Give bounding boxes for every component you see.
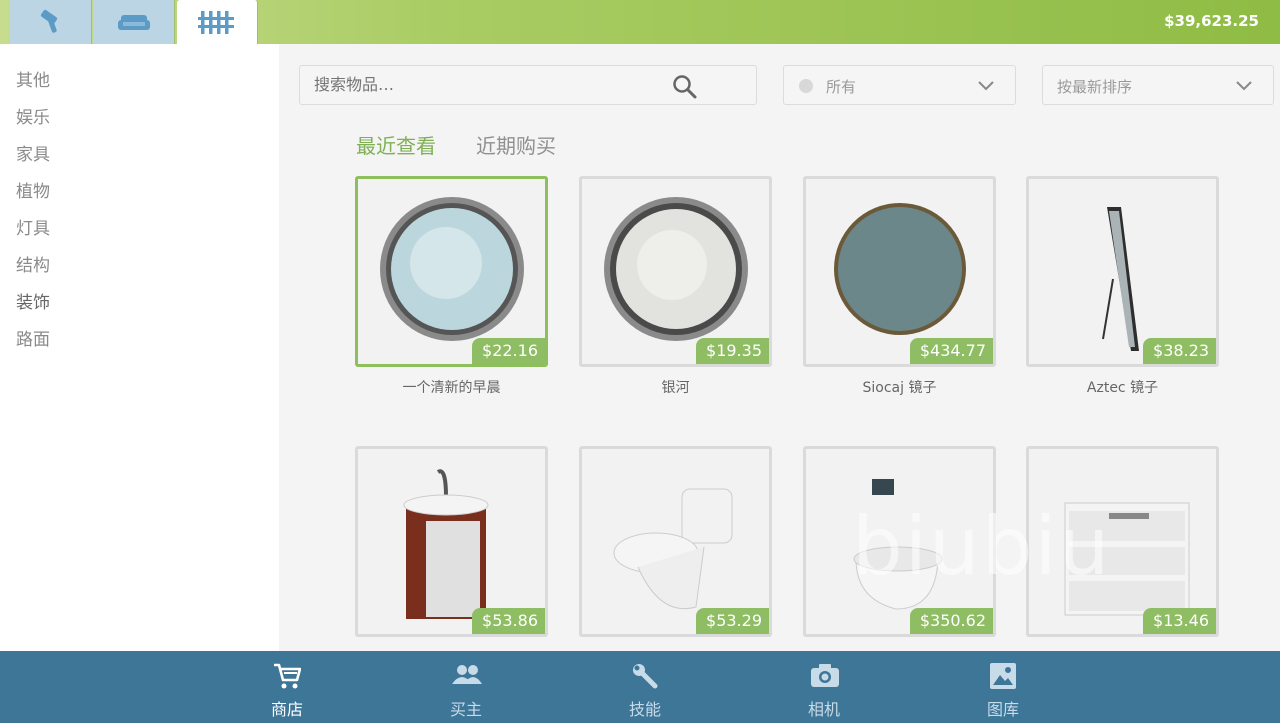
camera-icon xyxy=(811,664,839,687)
tab-recently-purchased[interactable]: 近期购买 xyxy=(476,130,556,159)
category-sidebar: 其他 娱乐 家具 植物 灯具 结构 装饰 路面 xyxy=(0,44,279,651)
standing-mirror-thumbnail xyxy=(1102,207,1139,351)
item-card[interactable]: $53.29 xyxy=(579,446,772,637)
filter-dropdown[interactable]: 所有 xyxy=(783,65,1016,105)
nav-gallery-label: 图库 xyxy=(986,700,1019,719)
round-mirror-thumbnail xyxy=(834,203,966,335)
tab-decor[interactable] xyxy=(177,0,258,44)
item-name: 银河 xyxy=(661,380,690,396)
filter-label: 所有 xyxy=(826,78,857,96)
item-name: 一个清新的早晨 xyxy=(402,380,501,396)
cart-icon xyxy=(274,663,301,689)
category-plants[interactable]: 植物 xyxy=(16,177,50,202)
nav-buyers[interactable]: 买主 xyxy=(416,651,516,723)
category-lights[interactable]: 灯具 xyxy=(16,214,50,239)
chevron-down-icon xyxy=(1236,81,1252,91)
nav-shop-label: 商店 xyxy=(270,700,303,719)
tab-recently-viewed[interactable]: 最近查看 xyxy=(356,130,436,159)
item-price: $53.29 xyxy=(696,608,769,634)
fence-icon xyxy=(198,11,234,34)
nav-camera-label: 相机 xyxy=(807,700,840,719)
search-icon[interactable] xyxy=(672,74,698,100)
search-input[interactable] xyxy=(314,75,674,94)
item-card[interactable]: $53.86 xyxy=(355,446,548,637)
tab-build-tools[interactable] xyxy=(10,0,92,44)
nav-camera[interactable]: 相机 xyxy=(774,651,874,723)
item-price: $53.86 xyxy=(472,608,545,634)
item-price: $38.23 xyxy=(1143,338,1216,364)
category-entertainment[interactable]: 娱乐 xyxy=(16,103,50,128)
bottom-nav: 商店 买主 技能 相机 图库 xyxy=(0,651,1280,723)
nav-buyers-label: 买主 xyxy=(449,700,482,719)
chevron-down-icon xyxy=(978,81,994,91)
sort-dropdown[interactable]: 按最新排序 xyxy=(1042,65,1274,105)
search-box xyxy=(299,65,757,105)
round-mirror-thumbnail xyxy=(604,197,748,341)
nav-skills-label: 技能 xyxy=(628,700,661,719)
gallery-icon xyxy=(990,663,1016,689)
tab-furniture[interactable] xyxy=(93,0,175,44)
item-card[interactable]: $22.16 xyxy=(355,176,548,367)
nav-shop[interactable]: 商店 xyxy=(237,651,337,723)
item-price: $19.35 xyxy=(696,338,769,364)
toilet-thumbnail xyxy=(613,488,733,610)
hammer-icon xyxy=(40,9,57,33)
item-name: Aztec 镜子 xyxy=(1086,380,1159,396)
top-bar: $39,623.25 xyxy=(0,0,1280,44)
nav-skills[interactable]: 技能 xyxy=(595,651,695,723)
item-card[interactable]: $19.35 xyxy=(579,176,772,367)
item-card[interactable]: $38.23 xyxy=(1026,176,1219,367)
sofa-icon xyxy=(117,15,150,30)
nav-gallery[interactable]: 图库 xyxy=(953,651,1053,723)
item-price: $434.77 xyxy=(909,338,993,364)
item-card[interactable]: $434.77 xyxy=(803,176,996,367)
category-structure[interactable]: 结构 xyxy=(16,251,50,276)
category-decor[interactable]: 装饰 xyxy=(16,288,50,313)
category-paving[interactable]: 路面 xyxy=(16,325,50,350)
filter-dot-icon xyxy=(799,79,813,93)
item-price: $13.46 xyxy=(1143,608,1216,634)
item-price: $350.62 xyxy=(909,608,993,634)
item-price: $22.16 xyxy=(472,338,545,364)
item-name: Siocaj 镜子 xyxy=(862,380,937,396)
money-display: $39,623.25 xyxy=(1164,12,1259,30)
people-icon xyxy=(452,665,482,684)
sink-cabinet-thumbnail xyxy=(403,469,489,619)
sort-label: 按最新排序 xyxy=(1057,78,1133,96)
category-furniture[interactable]: 家具 xyxy=(16,140,50,165)
watermark: biubiu xyxy=(852,500,1112,593)
round-mirror-thumbnail xyxy=(380,197,524,341)
category-other[interactable]: 其他 xyxy=(16,66,50,91)
wrench-icon xyxy=(633,664,658,689)
